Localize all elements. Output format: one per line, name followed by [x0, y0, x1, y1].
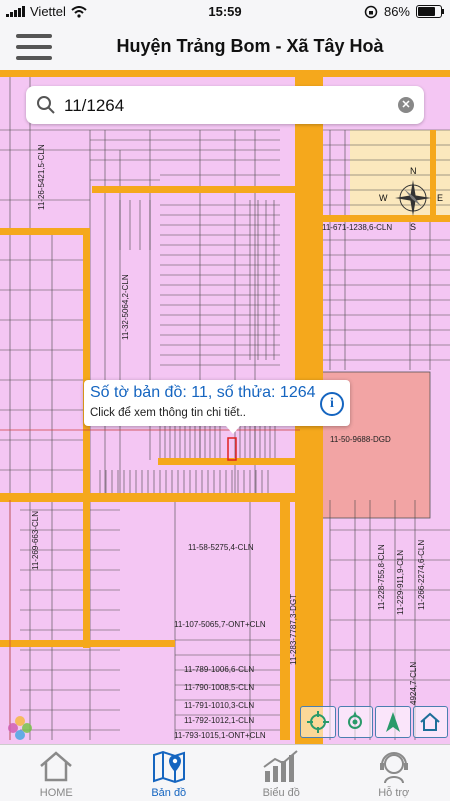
- map-toolbar: [300, 706, 448, 738]
- compass-s: S: [410, 222, 416, 232]
- map-label: 11-269-663-CLN: [31, 511, 40, 570]
- popup-pointer: [226, 426, 240, 434]
- search-bar: ✕: [26, 86, 424, 124]
- gps-icon: [344, 711, 366, 733]
- tab-map[interactable]: Bản đồ: [113, 745, 226, 801]
- map-label: 11-671-1238,6-CLN: [322, 223, 392, 232]
- north-button[interactable]: [375, 706, 411, 738]
- tab-home[interactable]: HOME: [0, 745, 113, 801]
- home-extent-button[interactable]: [413, 706, 449, 738]
- home-outline-icon: [419, 712, 441, 732]
- map-label: 11-32-5064,2-CLN: [121, 274, 130, 340]
- menu-icon[interactable]: [16, 34, 52, 60]
- tab-bar: HOME Bản đồ Biểu đồ Hỗ trợ: [0, 744, 450, 801]
- north-arrow-icon: [383, 711, 403, 733]
- search-icon: [36, 95, 56, 115]
- info-icon[interactable]: i: [320, 392, 344, 416]
- rotation-lock-icon: [364, 5, 378, 19]
- map-label: 11-229-911,9-CLN: [396, 550, 405, 615]
- map-label: 11-283-7787,3-DGT: [289, 594, 298, 665]
- map-label: 11-58-5275,4-CLN: [188, 543, 254, 552]
- tab-label: HOME: [0, 787, 113, 799]
- search-input[interactable]: [62, 92, 386, 120]
- gps-button[interactable]: [338, 706, 374, 738]
- tab-support[interactable]: Hỗ trợ: [338, 745, 450, 801]
- status-bar: Viettel 15:59 86%: [0, 0, 450, 24]
- map-label: 11-789-1006,6-CLN: [184, 665, 254, 674]
- map-label: 11-228-755,8-CLN: [377, 544, 386, 610]
- clear-icon[interactable]: ✕: [398, 97, 414, 113]
- tab-label: Bản đồ: [113, 787, 226, 799]
- battery-icon: [416, 5, 442, 18]
- map-label: 11-107-5065,7-ONT+CLN: [174, 620, 266, 629]
- map-label: 11-792-1012,1-CLN: [184, 716, 254, 725]
- status-right: 86%: [364, 4, 442, 19]
- navigation-bar: Huyện Trảng Bom - Xã Tây Hoà: [0, 24, 450, 70]
- map-label: 11-50-9688-DGD: [330, 435, 391, 444]
- tab-label: Hỗ trợ: [338, 787, 450, 799]
- map-label: 11-790-1008,5-CLN: [184, 683, 254, 692]
- tab-label: Biểu đồ: [225, 787, 338, 799]
- popup-title: Số tờ bản đồ: 11, số thửa: 1264: [90, 384, 316, 402]
- map-label: 11-26-5421,5-CLN: [37, 144, 46, 210]
- map-label: 11-791-1010,3-CLN: [184, 701, 254, 710]
- map-icon: [151, 749, 187, 785]
- page-title: Huyện Trảng Bom - Xã Tây Hoà: [60, 36, 440, 57]
- compass-n: N: [410, 166, 417, 176]
- parcel-info-popup[interactable]: Số tờ bản đồ: 11, số thửa: 1264 Click để…: [84, 380, 350, 426]
- compass-e: E: [437, 193, 443, 203]
- crosshair-icon: [307, 711, 329, 733]
- flower-icon[interactable]: [8, 716, 32, 740]
- home-icon: [38, 749, 74, 783]
- chart-icon: [261, 749, 301, 785]
- compass-w: W: [379, 193, 388, 203]
- popup-subtitle[interactable]: Click để xem thông tin chi tiết..: [90, 407, 246, 419]
- map-label: 4924,7-CLN: [409, 662, 418, 705]
- map-label: 11-793-1015,1-ONT+CLN: [174, 731, 266, 740]
- support-icon: [376, 749, 412, 785]
- battery-percent: 86%: [384, 4, 410, 19]
- locate-button[interactable]: [300, 706, 336, 738]
- tab-chart[interactable]: Biểu đồ: [225, 745, 338, 801]
- map-label: 11-266-2274,6-CLN: [417, 540, 426, 610]
